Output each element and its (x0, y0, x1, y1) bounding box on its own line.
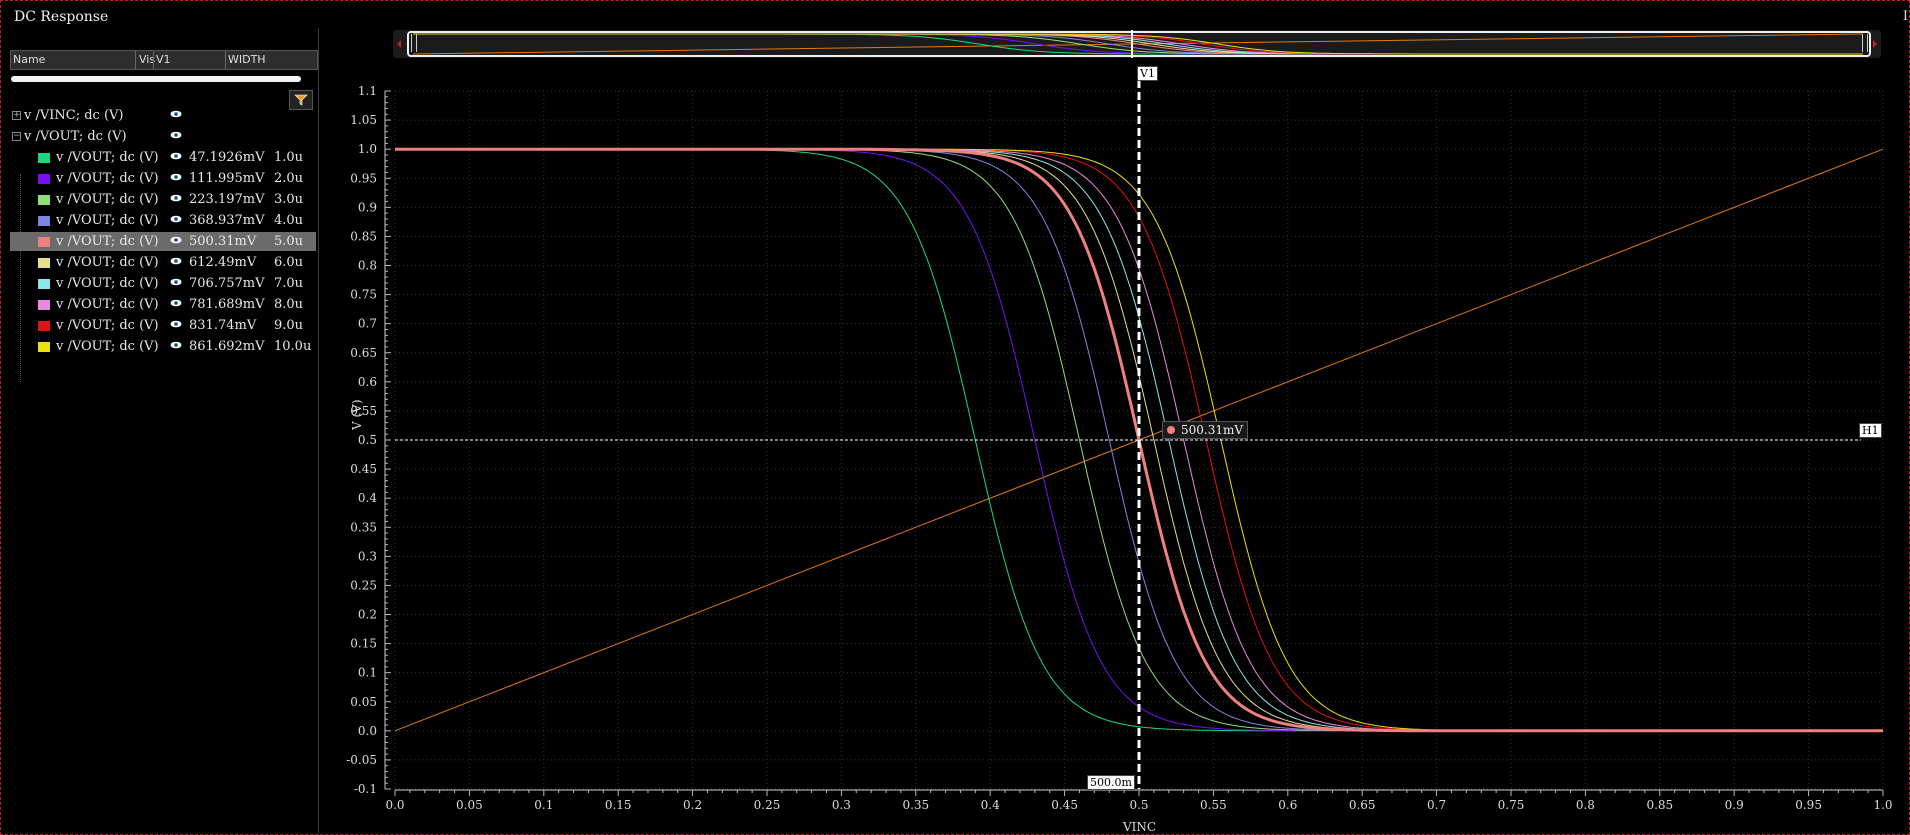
x-tick-label: 0.05 (456, 798, 483, 812)
dc-response-plot[interactable]: 1.1 1.05 1.0 0.95 0.9 0.85 0.8 0.75 0.7 0.65 0.6 0.… (0, 0, 1910, 835)
y-tick-label: 0.45 (350, 462, 377, 476)
y-tick-label: 0.8 (358, 259, 377, 273)
y-tick-label: 0.15 (350, 637, 377, 651)
y-tick-label: 1.0 (358, 142, 377, 156)
horizontal-marker-label[interactable]: H1 (1859, 423, 1882, 438)
x-tick-label: 0.7 (1427, 798, 1446, 812)
y-tick-label: 0.9 (358, 200, 377, 214)
y-tick-label: 0.7 (358, 317, 377, 331)
x-tick-label: 0.95 (1795, 798, 1822, 812)
x-tick-label: 0.2 (683, 798, 702, 812)
x-tick-label: 0.55 (1200, 798, 1227, 812)
x-axis-label: VINC (1123, 820, 1157, 834)
vertical-marker-label[interactable]: V1 (1137, 66, 1158, 81)
x-tick-label: 0.3 (832, 798, 851, 812)
x-marker-readout: 500.0m (1087, 775, 1135, 790)
x-tick-label: 0.5 (1129, 798, 1148, 812)
x-tick-label: 0.9 (1725, 798, 1744, 812)
x-tick-label: 0.1 (534, 798, 553, 812)
x-tick-label: 0.4 (981, 798, 1000, 812)
point-readout: 500.31mV (1162, 421, 1249, 439)
y-tick-label: 0.75 (350, 288, 377, 302)
y-tick-label: -0.1 (354, 782, 377, 796)
y-tick-label: 0.0 (358, 724, 377, 738)
y-axis-label: V (V) (350, 399, 364, 430)
x-tick-label: 0.35 (902, 798, 929, 812)
y-tick-label: 0.1 (358, 666, 377, 680)
y-tick-label: 1.1 (358, 84, 377, 98)
y-tick-label: 0.05 (350, 695, 377, 709)
x-tick-label: 0.65 (1349, 798, 1376, 812)
x-tick-label: 0.0 (385, 798, 404, 812)
x-tick-label: 0.6 (1278, 798, 1297, 812)
y-tick-label: 0.4 (358, 491, 377, 505)
y-tick-label: 0.25 (350, 578, 377, 592)
x-tick-label: 1.0 (1873, 798, 1892, 812)
y-tick-label: 0.6 (358, 375, 377, 389)
y-tick-label: 1.05 (350, 113, 377, 127)
x-tick-label: 0.8 (1576, 798, 1595, 812)
readout-dot (1167, 426, 1175, 434)
y-tick-label: -0.05 (346, 753, 377, 767)
x-tick-label: 0.15 (605, 798, 632, 812)
y-tick-label: 0.85 (350, 229, 377, 243)
y-tick-label: 0.65 (350, 346, 377, 360)
y-tick-label: 0.5 (358, 433, 377, 447)
y-tick-label: 0.35 (350, 520, 377, 534)
y-tick-label: 0.2 (358, 608, 377, 622)
readout-value: 500.31mV (1181, 423, 1244, 437)
y-tick-label: 0.3 (358, 549, 377, 563)
x-tick-label: 0.75 (1498, 798, 1525, 812)
x-tick-label: 0.25 (754, 798, 781, 812)
y-tick-label: 0.95 (350, 171, 377, 185)
x-tick-label: 0.45 (1051, 798, 1078, 812)
x-tick-label: 0.85 (1646, 798, 1673, 812)
